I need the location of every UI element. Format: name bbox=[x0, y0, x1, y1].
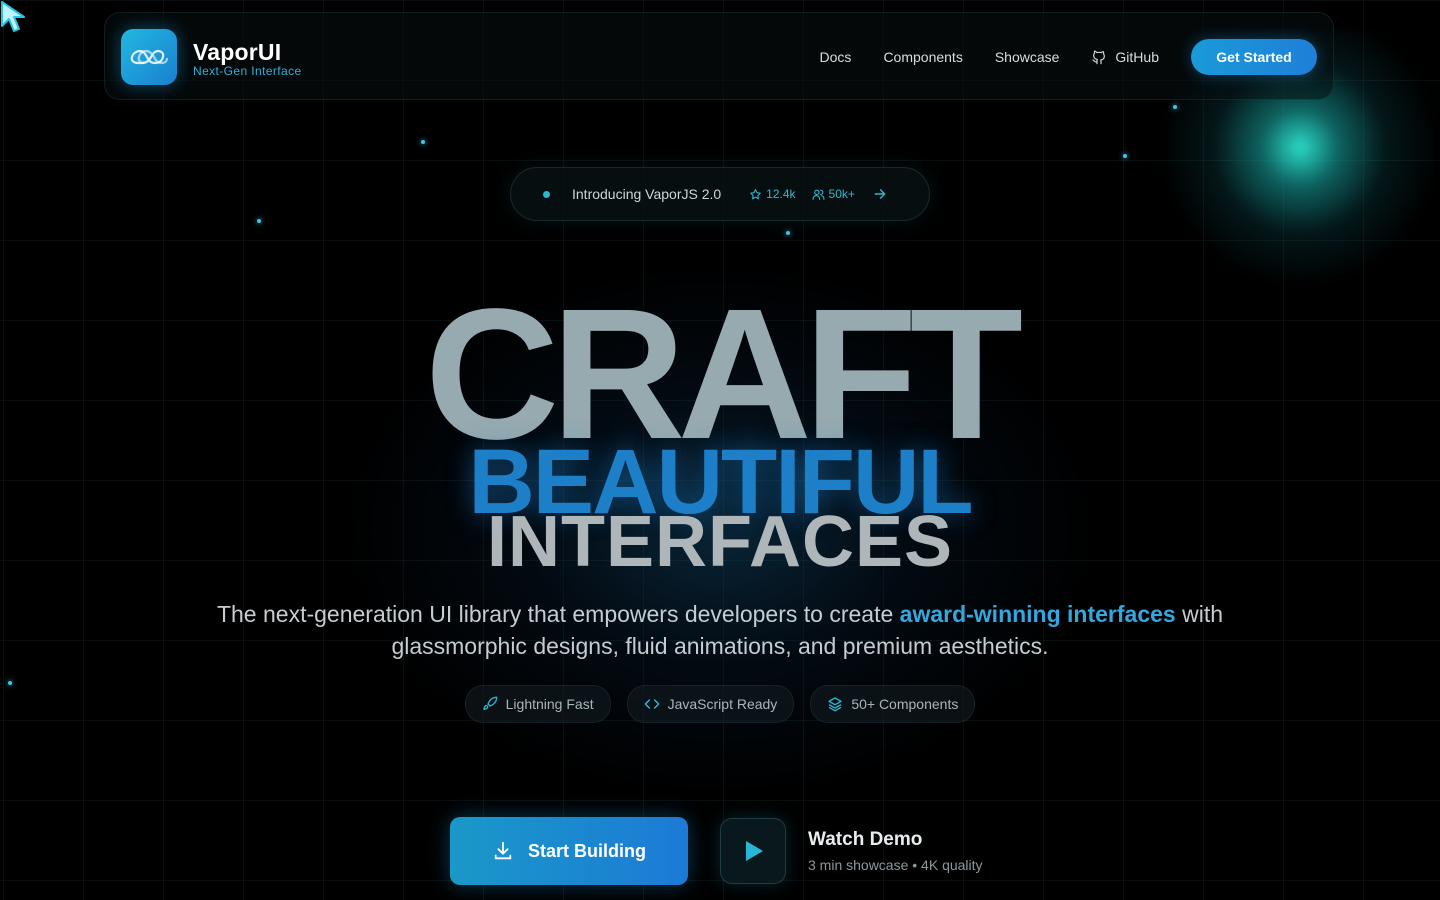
infinity-icon bbox=[130, 49, 169, 65]
nav-link-github[interactable]: GitHub bbox=[1091, 49, 1159, 65]
download-icon bbox=[494, 841, 512, 860]
nav-link-components[interactable]: Components bbox=[883, 49, 962, 65]
feature-chips: Lightning Fast JavaScript Ready 50+ Comp… bbox=[0, 685, 1440, 723]
particle-dot bbox=[786, 231, 790, 235]
feature-chip-lightning-fast: Lightning Fast bbox=[464, 685, 611, 723]
watch-demo-button[interactable] bbox=[720, 818, 786, 884]
feature-chip-javascript-ready: JavaScript Ready bbox=[626, 685, 795, 723]
subtitle-text: The next-generation UI library that empo… bbox=[216, 601, 900, 627]
users-icon bbox=[812, 189, 824, 200]
nav-link-label: Components bbox=[883, 49, 963, 65]
headline-line-3: INTERFACES bbox=[486, 502, 954, 582]
particle-dot bbox=[421, 140, 425, 144]
particle-dot bbox=[257, 219, 261, 223]
users-count: 50k+ bbox=[828, 187, 855, 201]
nav-link-docs[interactable]: Docs bbox=[820, 49, 852, 65]
nav-link-label: Showcase bbox=[994, 49, 1060, 65]
particle-dot bbox=[1173, 105, 1177, 109]
play-icon bbox=[746, 841, 763, 861]
mouse-cursor-icon bbox=[1, 1, 25, 32]
subtitle-highlight: award-winning interfaces bbox=[899, 601, 1176, 627]
feature-label: JavaScript Ready bbox=[667, 696, 778, 712]
arrow-right-icon bbox=[874, 189, 886, 199]
layers-icon bbox=[828, 697, 842, 712]
get-started-button[interactable]: Get Started bbox=[1191, 39, 1317, 75]
github-icon bbox=[1092, 50, 1106, 65]
code-icon bbox=[644, 699, 659, 709]
announcement-pill[interactable]: Introducing VaporJS 2.0 12.4k 50k+ bbox=[510, 167, 930, 221]
watch-demo-subtitle: 3 min showcase • 4K quality bbox=[808, 857, 983, 873]
start-building-button[interactable]: Start Building bbox=[450, 817, 688, 885]
brand-tagline: Next-Gen Interface bbox=[193, 64, 302, 78]
rocket-icon bbox=[482, 696, 497, 710]
logo[interactable] bbox=[121, 29, 177, 85]
particle-dot bbox=[1123, 154, 1127, 158]
nav-link-label: Docs bbox=[819, 49, 852, 65]
feature-label: Lightning Fast bbox=[505, 696, 594, 712]
navbar: VaporUI Next-Gen Interface Docs Componen… bbox=[104, 12, 1334, 100]
stars-stat: 12.4k bbox=[749, 187, 796, 201]
status-dot bbox=[543, 190, 550, 198]
users-stat: 50k+ bbox=[812, 187, 855, 201]
hero-subtitle: The next-generation UI library that empo… bbox=[180, 598, 1260, 662]
feature-label: 50+ Components bbox=[851, 696, 959, 712]
nav-link-showcase[interactable]: Showcase bbox=[995, 49, 1060, 65]
nav-links: Docs Components Showcase GitHub Get Star… bbox=[820, 39, 1317, 75]
nav-link-label: GitHub bbox=[1115, 49, 1159, 65]
stars-count: 12.4k bbox=[766, 187, 796, 201]
watch-demo-title[interactable]: Watch Demo bbox=[808, 829, 922, 851]
brand-name[interactable]: VaporUI bbox=[193, 39, 281, 66]
announcement-text: Introducing VaporJS 2.0 bbox=[572, 186, 722, 202]
feature-chip-components: 50+ Components bbox=[810, 685, 976, 723]
star-icon bbox=[750, 188, 761, 199]
start-building-label: Start Building bbox=[528, 840, 646, 861]
